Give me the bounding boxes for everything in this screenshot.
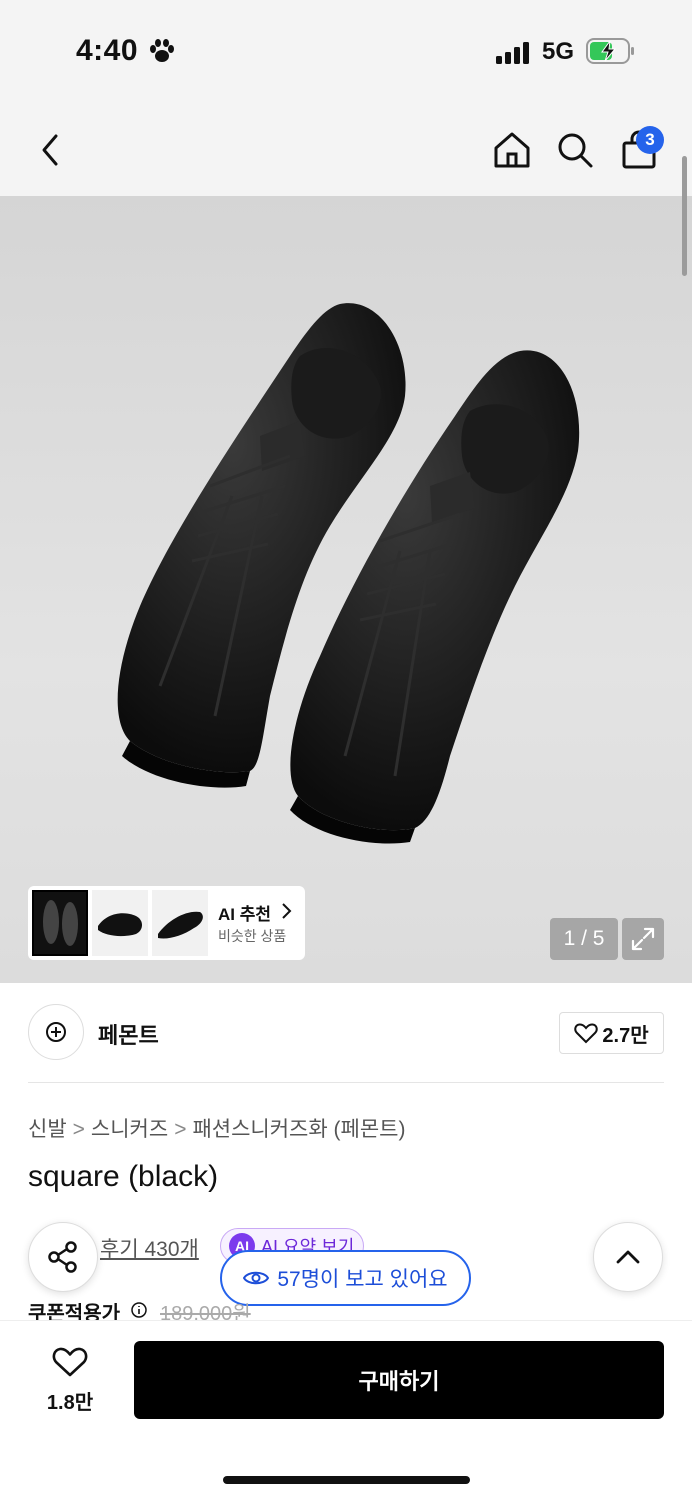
brand-like-button[interactable]: 2.7만 [559, 1012, 664, 1054]
viewers-count-label: 57명이 보고 있어요 [277, 1268, 448, 1291]
divider [28, 1082, 664, 1083]
brand-name[interactable]: 페몬트 [98, 1018, 159, 1050]
product-image-gallery[interactable] [0, 196, 692, 983]
breadcrumb-separator: > [72, 1118, 85, 1141]
viewers-count-pill: 57명이 보고 있어요 [220, 1250, 471, 1306]
expand-button[interactable] [622, 918, 664, 960]
brand-logo[interactable] [28, 1004, 84, 1060]
product-title: square (black) [28, 1160, 219, 1193]
wishlist-count: 1.8만 [46, 1392, 94, 1414]
image-page-counter: 1 / 5 [550, 918, 618, 960]
battery-icon [586, 38, 634, 64]
paw-icon [150, 39, 174, 62]
scrollbar[interactable] [682, 156, 687, 276]
signal-icon [496, 42, 529, 64]
cart-count-badge: 3 [636, 126, 664, 154]
search-icon [558, 133, 593, 168]
share-icon [48, 1241, 77, 1273]
info-icon[interactable] [131, 1302, 147, 1318]
review-link[interactable]: 후기 430개 [100, 1233, 199, 1263]
eye-icon [243, 1271, 270, 1285]
home-icon [494, 132, 530, 168]
chevron-right-icon [282, 903, 292, 919]
chevron-up-icon [616, 1250, 640, 1264]
brand-like-count: 2.7만 [602, 1024, 649, 1047]
network-label: 5G [542, 38, 575, 65]
thumbnail-2[interactable] [92, 890, 148, 956]
thumbnail-image [98, 913, 142, 937]
thumbnail-image [43, 900, 78, 946]
breadcrumb-item[interactable]: 신발 [28, 1118, 67, 1141]
home-indicator [223, 1476, 470, 1484]
thumbnail-3[interactable] [152, 890, 208, 956]
breadcrumb-item[interactable]: 스니커즈 [91, 1118, 168, 1141]
heart-icon [52, 1347, 88, 1377]
heart-icon [574, 1023, 599, 1044]
home-button[interactable] [490, 126, 534, 174]
buy-button[interactable]: 구매하기 [134, 1341, 664, 1419]
breadcrumb-separator: > [174, 1118, 187, 1141]
wishlist-button[interactable]: 1.8만 [36, 1346, 104, 1416]
product-image [117, 303, 580, 844]
ai-recommend-subtitle: 비슷한 상품 [218, 928, 287, 944]
scroll-top-button[interactable] [593, 1222, 663, 1292]
share-button[interactable] [28, 1222, 98, 1292]
back-icon [42, 134, 58, 166]
breadcrumb-item[interactable]: 패션스니커즈화 (페몬트) [192, 1118, 405, 1141]
thumbnail-image [158, 911, 203, 939]
thumbnail-strip: AI 추천 비슷한 상품 [28, 886, 305, 960]
status-time: 4:40 [76, 34, 139, 67]
search-button[interactable] [553, 126, 597, 174]
thumbnail-1[interactable] [32, 890, 88, 956]
breadcrumb: 신발 > 스니커즈 > 패션스니커즈화 (페몬트) [28, 1113, 405, 1143]
expand-icon [631, 927, 655, 951]
brand-logo-icon [46, 1022, 66, 1042]
back-button[interactable] [28, 126, 72, 174]
ai-recommend-title[interactable]: AI 추천 [218, 900, 271, 925]
